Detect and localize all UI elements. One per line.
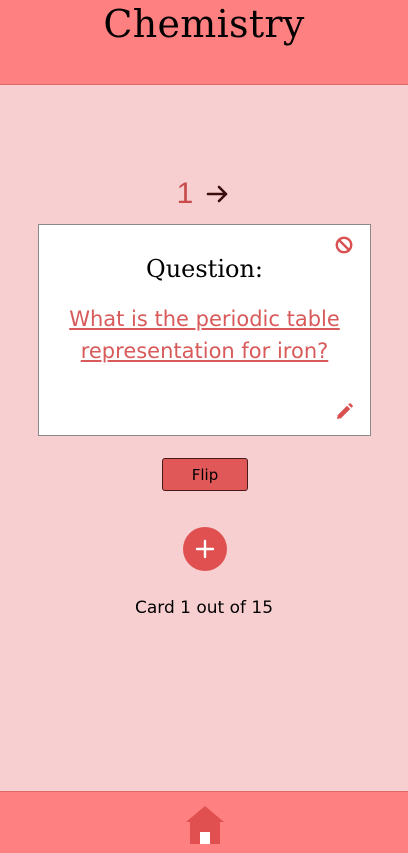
card-navigation: 1 [0, 174, 408, 214]
block-icon[interactable] [334, 235, 354, 255]
card-number: 1 [176, 177, 194, 210]
page-title: Chemistry [103, 2, 305, 46]
flashcard[interactable]: Question: What is the periodic table rep… [38, 224, 371, 436]
header-bar: Chemistry [0, 0, 408, 85]
flip-button[interactable]: Flip [162, 458, 248, 491]
home-icon[interactable] [184, 804, 226, 846]
card-count-status: Card 1 out of 15 [134, 598, 274, 618]
add-card-button[interactable] [183, 527, 227, 571]
card-heading: Question: [146, 255, 263, 283]
pencil-icon[interactable] [334, 402, 354, 422]
arrow-right-icon[interactable] [205, 181, 231, 207]
footer-bar [0, 791, 408, 853]
card-question-text[interactable]: What is the periodic table representatio… [53, 303, 356, 367]
plus-icon [194, 538, 216, 560]
